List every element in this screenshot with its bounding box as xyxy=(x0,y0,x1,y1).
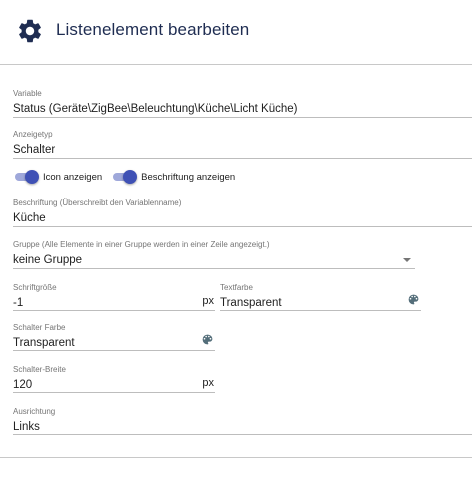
icon-toggle-label: Icon anzeigen xyxy=(43,171,103,183)
gruppe-underline xyxy=(13,268,415,269)
schalter-farbe-field[interactable]: Schalter Farbe Transparent xyxy=(13,323,215,351)
schalter-breite-field[interactable]: Schalter-Breite 120 px xyxy=(13,365,215,393)
beschriftung-toggle-thumb xyxy=(123,170,138,184)
beschriftung-underline xyxy=(13,226,472,227)
schalter-farbe-label: Schalter Farbe xyxy=(13,323,66,332)
schriftgroesse-field[interactable]: Schriftgröße -1 px xyxy=(13,283,215,311)
variable-field[interactable]: Variable Status (Geräte\ZigBee\Beleuchtu… xyxy=(13,89,472,118)
beschriftung-input: Küche xyxy=(13,212,46,224)
gear-icon xyxy=(19,19,41,43)
icon-toggle-switch[interactable] xyxy=(13,169,39,185)
ausrichtung-label: Ausrichtung xyxy=(13,407,56,416)
gruppe-value: keine Gruppe xyxy=(13,254,83,266)
schriftgroesse-underline xyxy=(13,310,215,311)
schalter-breite-unit: px xyxy=(202,377,214,389)
textfarbe-field[interactable]: Textfarbe Transparent xyxy=(220,283,421,311)
dialog-header: Listenelement bearbeiten xyxy=(0,0,472,64)
footer-divider xyxy=(0,457,472,458)
palette-icon[interactable] xyxy=(201,333,214,346)
beschriftung-label: Beschriftung (Überschreibt den Variablen… xyxy=(13,198,182,207)
variable-value: Status (Geräte\ZigBee\Beleuchtung\Küche\… xyxy=(13,103,298,115)
ausrichtung-value: Links xyxy=(13,421,40,433)
anzeigetyp-value: Schalter xyxy=(13,144,56,156)
textfarbe-label: Textfarbe xyxy=(220,283,253,292)
schalter-farbe-underline xyxy=(13,350,215,351)
textfarbe-underline xyxy=(220,310,421,311)
gruppe-label: Gruppe (Alle Elemente in einer Gruppe we… xyxy=(13,240,270,249)
dialog-title: Listenelement bearbeiten xyxy=(56,20,250,39)
display-toggles: Icon anzeigen Beschriftung anzeigen xyxy=(13,169,244,185)
schalter-breite-input: 120 xyxy=(13,379,33,391)
beschriftung-toggle-label: Beschriftung anzeigen xyxy=(141,171,236,183)
anzeigetyp-label: Anzeigetyp xyxy=(13,130,53,139)
variable-underline xyxy=(13,117,472,118)
chevron-down-icon xyxy=(403,258,411,262)
beschriftung-toggle-switch[interactable] xyxy=(111,169,138,185)
schriftgroesse-unit: px xyxy=(202,295,214,307)
header-divider xyxy=(0,64,472,65)
ausrichtung-underline xyxy=(13,434,472,435)
schriftgroesse-label: Schriftgröße xyxy=(13,283,57,292)
anzeigetyp-field[interactable]: Anzeigetyp Schalter xyxy=(13,130,472,159)
schalter-breite-label: Schalter-Breite xyxy=(13,365,66,374)
schalter-farbe-value: Transparent xyxy=(13,337,75,349)
schalter-breite-underline xyxy=(13,392,215,393)
beschriftung-field[interactable]: Beschriftung (Überschreibt den Variablen… xyxy=(13,198,472,227)
textfarbe-value: Transparent xyxy=(220,297,282,309)
ausrichtung-field[interactable]: Ausrichtung Links xyxy=(13,407,472,435)
variable-label: Variable xyxy=(13,89,42,98)
anzeigetyp-underline xyxy=(13,158,472,159)
schriftgroesse-input: -1 xyxy=(13,297,24,309)
palette-icon[interactable] xyxy=(407,293,420,306)
icon-toggle-thumb xyxy=(25,170,39,184)
gruppe-select[interactable]: Gruppe (Alle Elemente in einer Gruppe we… xyxy=(13,240,415,269)
